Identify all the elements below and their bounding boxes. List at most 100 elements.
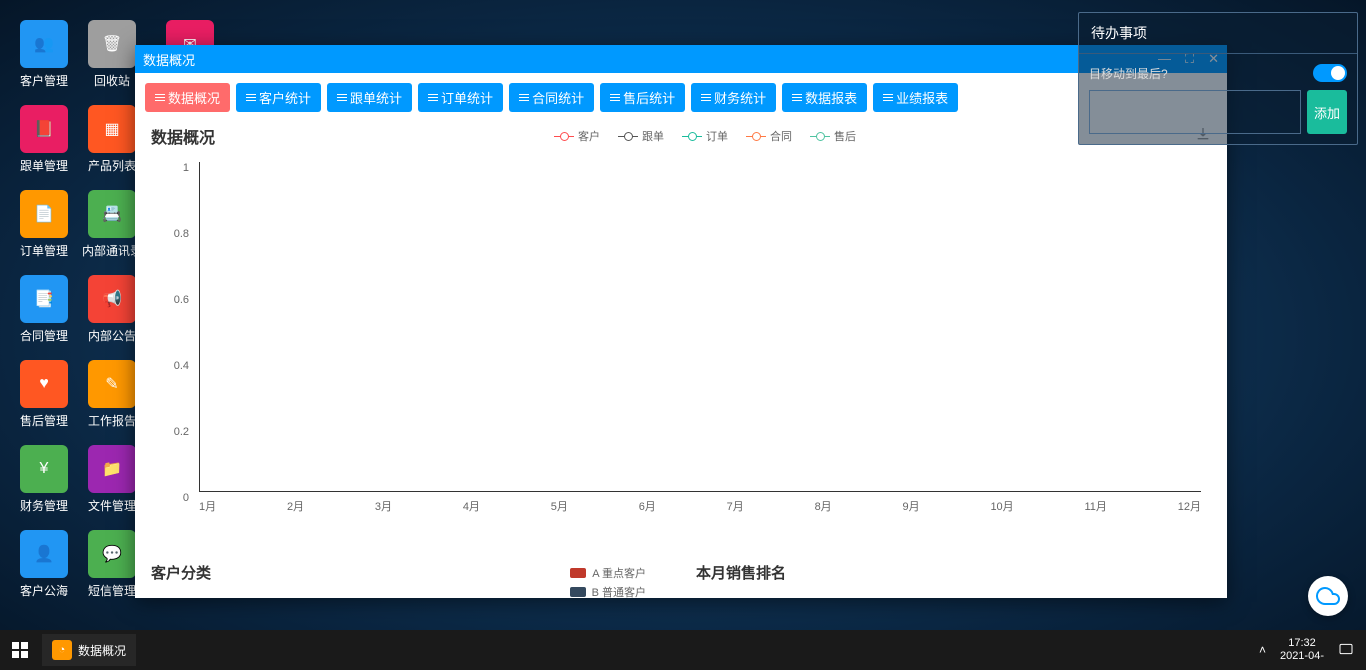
x-tick: 3月 xyxy=(375,498,392,514)
icon-label: 文件管理 xyxy=(82,497,142,514)
window-title: 数据概况 xyxy=(143,50,1158,69)
customer-class-title: 客户分类 xyxy=(151,562,558,598)
x-tick: 12月 xyxy=(1178,498,1201,514)
desktop-icon-内部通讯录[interactable]: 📇内部通讯录 xyxy=(82,190,142,259)
desktop-icon-短信管理[interactable]: 💬短信管理 xyxy=(82,530,142,599)
desktop-icon-工作报告[interactable]: ✎工作报告 xyxy=(82,360,142,429)
desktop-icon-客户管理[interactable]: 👥客户管理 xyxy=(14,20,74,89)
tab-label: 客户统计 xyxy=(259,88,311,107)
taskbar-item-label: 数据概况 xyxy=(78,642,126,659)
window-title-bar[interactable]: 数据概况 — ⛶ ✕ xyxy=(135,45,1227,73)
tab-label: 售后统计 xyxy=(623,88,675,107)
x-tick: 10月 xyxy=(990,498,1013,514)
desktop-icon-财务管理[interactable]: ¥财务管理 xyxy=(14,445,74,514)
app-icon: ▦ xyxy=(88,105,136,153)
data-overview-window: 数据概况 — ⛶ ✕ 数据概况客户统计跟单统计订单统计合同统计售后统计财务统计数… xyxy=(135,45,1227,598)
legend-marker-icon xyxy=(618,132,638,140)
swatch-icon xyxy=(570,568,586,578)
legend-item-跟单[interactable]: 跟单 xyxy=(618,128,664,144)
tab-订单统计[interactable]: 订单统计 xyxy=(418,83,503,112)
tab-合同统计[interactable]: 合同统计 xyxy=(509,83,594,112)
legend-label: 订单 xyxy=(706,128,728,144)
desktop-icon-售后管理[interactable]: ♥ 售后管理 xyxy=(14,360,74,429)
tab-跟单统计[interactable]: 跟单统计 xyxy=(327,83,412,112)
x-tick: 8月 xyxy=(815,498,832,514)
legend-item-合同[interactable]: 合同 xyxy=(746,128,792,144)
list-icon xyxy=(155,94,165,102)
customer-class-chart: 客户分类 A 重点客户B 普通客户C 低质量客户 xyxy=(151,562,666,598)
icon-label: 售后管理 xyxy=(14,412,74,429)
taskbar-clock[interactable]: 17:32 2021-04- xyxy=(1280,637,1324,663)
move-to-end-label: 目移动到最后? xyxy=(1089,65,1168,82)
desktop-icon-产品列表[interactable]: ▦产品列表 xyxy=(82,105,142,174)
add-todo-button[interactable]: 添加 xyxy=(1307,90,1347,134)
tab-数据报表[interactable]: 数据报表 xyxy=(782,83,867,112)
desktop-icon-文件管理[interactable]: 📁文件管理 xyxy=(82,445,142,514)
tab-label: 跟单统计 xyxy=(350,88,402,107)
icon-label: 短信管理 xyxy=(82,582,142,599)
sales-rank-chart: 本月销售排名 1 ┐ xyxy=(696,562,1211,598)
todo-title: 待办事项 xyxy=(1079,13,1357,54)
tab-label: 数据报表 xyxy=(805,88,857,107)
notification-icon[interactable] xyxy=(1338,641,1354,660)
sales-rank-title: 本月销售排名 xyxy=(696,562,1211,583)
line-chart: 00.20.40.60.81 1月2月3月4月5月6月7月8月9月10月11月1… xyxy=(169,162,1211,542)
legend-item-客户[interactable]: 客户 xyxy=(554,128,600,144)
chart-title: 数据概况 xyxy=(151,124,215,148)
icon-label: 跟单管理 xyxy=(14,157,74,174)
icon-label: 客户公海 xyxy=(14,582,74,599)
legend-item-订单[interactable]: 订单 xyxy=(682,128,728,144)
list-icon xyxy=(246,94,256,102)
legend-label: 客户 xyxy=(578,128,600,144)
legend-label: 跟单 xyxy=(642,128,664,144)
tab-数据概况[interactable]: 数据概况 xyxy=(145,83,230,112)
class-legend-item[interactable]: A 重点客户 xyxy=(558,565,666,581)
list-icon xyxy=(428,94,438,102)
app-icon: 📢 xyxy=(88,275,136,323)
tab-客户统计[interactable]: 客户统计 xyxy=(236,83,321,112)
x-tick: 2月 xyxy=(287,498,304,514)
tab-售后统计[interactable]: 售后统计 xyxy=(600,83,685,112)
desktop-icon-跟单管理[interactable]: 📕 跟单管理 xyxy=(14,105,74,174)
x-tick: 6月 xyxy=(639,498,656,514)
x-tick: 5月 xyxy=(551,498,568,514)
tab-label: 数据概况 xyxy=(168,88,220,107)
icon-label: 订单管理 xyxy=(14,242,74,259)
window-content: 数据概况 客户跟单订单合同售后 00.20.40.60.81 1月2月3月4月5… xyxy=(135,116,1227,598)
todo-panel: 待办事项 目移动到最后? 添加 xyxy=(1078,12,1358,145)
tab-label: 合同统计 xyxy=(532,88,584,107)
desktop-icon-内部公告[interactable]: 📢内部公告 xyxy=(82,275,142,344)
chart-header: 数据概况 客户 跟单 订单 合同 售后 xyxy=(151,124,1211,148)
tab-业绩报表[interactable]: 业绩报表 xyxy=(873,83,958,112)
todo-input[interactable] xyxy=(1089,90,1301,134)
icon-label: 工作报告 xyxy=(82,412,142,429)
desktop-icon-回收站[interactable]: 🗑 回收站 xyxy=(82,20,142,89)
tab-label: 订单统计 xyxy=(441,88,493,107)
app-icon: 🗑 xyxy=(88,20,136,68)
tray-chevron-icon[interactable]: ˄ xyxy=(1259,643,1266,657)
desktop-icon-合同管理[interactable]: 📑合同管理 xyxy=(14,275,74,344)
move-to-end-toggle[interactable] xyxy=(1313,64,1347,82)
icon-label: 内部通讯录 xyxy=(82,242,142,259)
legend-marker-icon xyxy=(810,132,830,140)
desktop-icon-订单管理[interactable]: 📄订单管理 xyxy=(14,190,74,259)
legend-marker-icon xyxy=(746,132,766,140)
class-legend-item[interactable]: B 普通客户 xyxy=(558,584,666,598)
tab-财务统计[interactable]: 财务统计 xyxy=(691,83,776,112)
desktop-icon-客户公海[interactable]: 👤客户公海 xyxy=(14,530,74,599)
class-label: B 普通客户 xyxy=(592,584,646,598)
legend-marker-icon xyxy=(554,132,574,140)
list-icon xyxy=(792,94,802,102)
pie-chart-icon: ◔ xyxy=(52,640,72,660)
list-icon xyxy=(610,94,620,102)
icon-label: 客户管理 xyxy=(14,72,74,89)
icon-label: 回收站 xyxy=(82,72,142,89)
chart-legend: 客户 跟单 订单 合同 售后 xyxy=(215,128,1195,144)
app-icon: ♥ xyxy=(20,360,68,408)
app-icon: 📕 xyxy=(20,105,68,153)
x-tick: 4月 xyxy=(463,498,480,514)
taskbar-item-data-overview[interactable]: ◔ 数据概况 xyxy=(42,634,136,666)
legend-item-售后[interactable]: 售后 xyxy=(810,128,856,144)
cloud-fab-button[interactable] xyxy=(1308,576,1348,616)
start-button[interactable] xyxy=(0,630,40,670)
